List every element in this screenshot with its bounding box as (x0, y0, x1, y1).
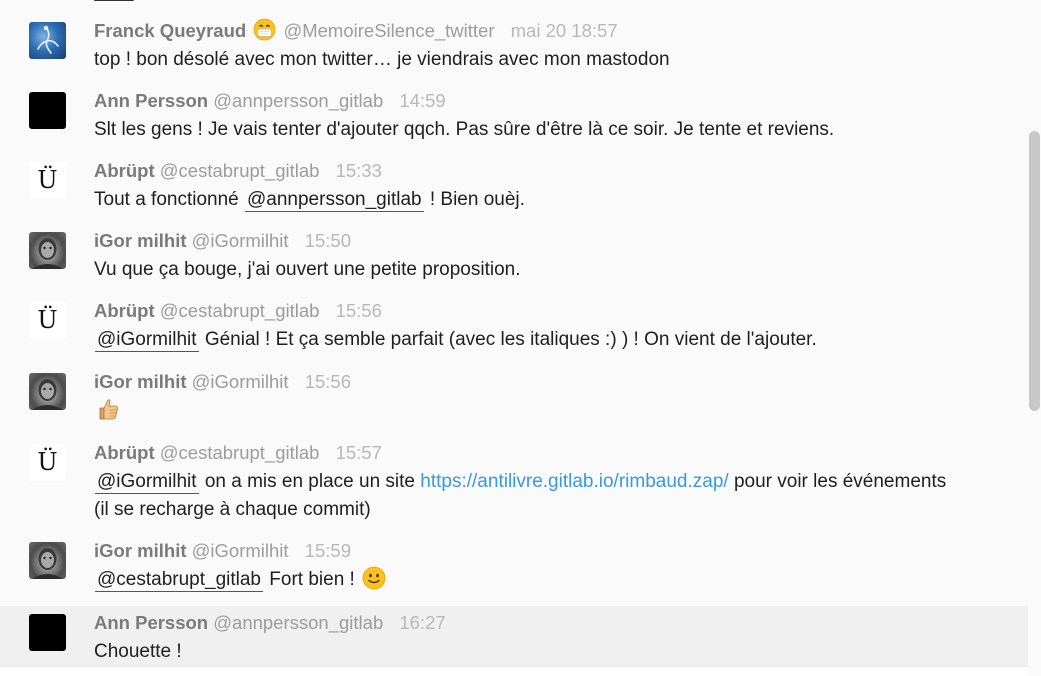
author-handle[interactable]: @iGormilhit (192, 540, 289, 561)
chat-message: Ann Persson @annpersson_gitlab 14:59 Slt… (0, 88, 1028, 152)
message-text: on a mis en place un site (204, 471, 415, 492)
face-with-medical-mask-icon (253, 18, 276, 41)
avatar[interactable]: Ü (29, 302, 66, 339)
avatar[interactable] (29, 232, 66, 269)
previous-message-text-fragment (94, 0, 134, 2)
message-text: Slt les gens ! Je vais tenter d'ajouter … (94, 119, 835, 140)
message-header: Ann Persson @annpersson_gitlab 14:59 (94, 88, 446, 114)
message-text: Chouette ! (94, 641, 182, 662)
author-name[interactable]: Ann Persson (94, 612, 208, 633)
message-text: Vu que ça bouge, j'ai ouvert une petite … (94, 259, 521, 280)
composer-edge (0, 666, 1028, 676)
avatar[interactable]: Ü (29, 444, 66, 481)
avatar[interactable] (29, 614, 66, 651)
author-name[interactable]: Ann Persson (94, 90, 208, 111)
message-body: Vu que ça bouge, j'ai ouvert une petite … (94, 256, 994, 284)
author-handle[interactable]: @cestabrupt_gitlab (160, 300, 320, 321)
chat-message-list[interactable]: Franck Queyraud @MemoireSilence_twitter … (0, 0, 1028, 666)
message-text-line-2: (il se recharge à chaque commit) (94, 499, 371, 520)
scrollbar-thumb[interactable] (1029, 131, 1040, 411)
message-text: ! Bien ouèj. (429, 189, 525, 210)
user-mention[interactable]: @annpersson_gitlab (245, 189, 424, 212)
chat-message: iGor milhit @iGormilhit 15:59 @cestabrup… (0, 538, 1028, 602)
user-mention[interactable]: @iGormilhit (95, 329, 199, 352)
chat-message: Franck Queyraud @MemoireSilence_twitter … (0, 18, 1028, 82)
author-handle[interactable]: @iGormilhit (192, 371, 289, 392)
author-handle[interactable]: @cestabrupt_gitlab (160, 160, 320, 181)
scrollbar[interactable] (1028, 0, 1041, 676)
author-name[interactable]: Abrüpt (94, 442, 155, 463)
message-timestamp[interactable]: 15:57 (336, 442, 382, 463)
message-header: Franck Queyraud @MemoireSilence_twitter … (94, 18, 618, 44)
message-body: @iGormilhit on a mis en place un site ht… (94, 468, 994, 524)
message-body: @iGormilhit Génial ! Et ça semble parfai… (94, 326, 994, 354)
message-timestamp[interactable]: 15:33 (336, 160, 382, 181)
message-timestamp[interactable]: 16:27 (399, 612, 445, 633)
message-body: top ! bon désolé avec mon twitter… je vi… (94, 46, 994, 74)
avatar[interactable] (29, 22, 66, 59)
message-body: Chouette ! (94, 638, 994, 666)
message-header: iGor milhit @iGormilhit 15:56 (94, 369, 351, 395)
author-name[interactable]: iGor milhit (94, 540, 187, 561)
message-text: pour voir les événements (733, 471, 947, 492)
message-text: Tout a fonctionné (94, 189, 239, 210)
avatar[interactable] (29, 92, 66, 129)
message-text: top ! bon désolé avec mon twitter… je vi… (94, 49, 670, 70)
author-name[interactable]: iGor milhit (94, 230, 187, 251)
author-name[interactable]: Abrüpt (94, 160, 155, 181)
avatar[interactable] (29, 542, 66, 579)
thumbs-up-icon (99, 399, 119, 420)
message-header: Ann Persson @annpersson_gitlab 16:27 (94, 610, 446, 636)
message-timestamp[interactable]: 15:56 (305, 371, 351, 392)
author-name[interactable]: Franck Queyraud (94, 20, 246, 41)
message-timestamp[interactable]: 15:59 (305, 540, 351, 561)
message-text: Génial ! Et ça semble parfait (avec les … (204, 329, 817, 350)
message-header: Abrüpt @cestabrupt_gitlab 15:33 (94, 158, 382, 184)
message-text: Fort bien ! (269, 569, 355, 590)
message-body (94, 397, 994, 425)
avatar[interactable] (29, 373, 66, 410)
user-mention[interactable]: @cestabrupt_gitlab (95, 569, 263, 592)
avatar[interactable]: Ü (29, 162, 66, 199)
slightly-smiling-face-icon (362, 566, 386, 590)
author-handle[interactable]: @annpersson_gitlab (213, 90, 383, 111)
message-header: Abrüpt @cestabrupt_gitlab 15:56 (94, 298, 382, 324)
chat-message: iGor milhit @iGormilhit 15:56 (0, 369, 1028, 433)
author-handle[interactable]: @iGormilhit (192, 230, 289, 251)
message-header: Abrüpt @cestabrupt_gitlab 15:57 (94, 440, 382, 466)
author-handle[interactable]: @annpersson_gitlab (213, 612, 383, 633)
author-name[interactable]: Abrüpt (94, 300, 155, 321)
face-photo-icon (32, 238, 63, 269)
message-link[interactable]: https://antilivre.gitlab.io/rimbaud.zap/ (420, 471, 728, 492)
author-name[interactable]: iGor milhit (94, 371, 187, 392)
author-handle[interactable]: @MemoireSilence_twitter (283, 20, 494, 41)
author-handle[interactable]: @cestabrupt_gitlab (160, 442, 320, 463)
chat-message: Ü Abrüpt @cestabrupt_gitlab 15:33 Tout a… (0, 158, 1028, 222)
user-mention[interactable]: @iGormilhit (95, 471, 199, 494)
message-header: iGor milhit @iGormilhit 15:59 (94, 538, 351, 564)
message-header: iGor milhit @iGormilhit 15:50 (94, 228, 351, 254)
message-timestamp[interactable]: mai 20 18:57 (511, 20, 618, 41)
chat-message: Ann Persson @annpersson_gitlab 16:27 Cho… (0, 606, 1028, 666)
chat-message: Ü Abrüpt @cestabrupt_gitlab 15:56 @iGorm… (0, 298, 1028, 362)
face-photo-icon (32, 379, 63, 410)
face-photo-icon (32, 548, 63, 579)
message-timestamp[interactable]: 14:59 (399, 90, 445, 111)
message-body: @cestabrupt_gitlab Fort bien ! (94, 566, 994, 594)
message-timestamp[interactable]: 15:56 (336, 300, 382, 321)
message-body: Tout a fonctionné @annpersson_gitlab ! B… (94, 186, 994, 214)
chat-message: Ü Abrüpt @cestabrupt_gitlab 15:57 @iGorm… (0, 440, 1028, 532)
message-timestamp[interactable]: 15:50 (305, 230, 351, 251)
message-body: Slt les gens ! Je vais tenter d'ajouter … (94, 116, 994, 144)
chat-message: iGor milhit @iGormilhit 15:50 Vu que ça … (0, 228, 1028, 292)
blue-figure-icon (37, 25, 59, 54)
